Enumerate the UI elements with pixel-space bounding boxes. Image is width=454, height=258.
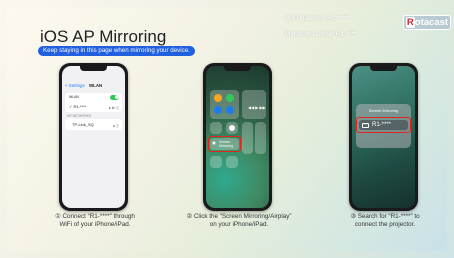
section-label: MY NETWORKS xyxy=(67,114,92,118)
popup-title: Screen Mirroring xyxy=(368,108,399,113)
rotacast-logo: Rotacast xyxy=(403,15,451,30)
device-name: R1-**** xyxy=(372,121,392,128)
wlan-card: WLAN ✓ R1-**** ● ⌘ ⓘ xyxy=(65,93,122,112)
step-2-caption: ② Click the “Screen Mirroring/Airplay” on… xyxy=(186,213,292,228)
other-network: TP-Link_SQ xyxy=(72,122,94,127)
wlan-screen-title: WLAN xyxy=(89,83,103,88)
phone-wifi-settings: < Settings WLAN WLAN ✓ R1-**** ● ⌘ ⓘ MY … xyxy=(59,63,128,211)
phone-mirroring-list: Screen Mirroring R1-**** xyxy=(349,63,418,211)
screen-mirroring-button[interactable]: ▣ Screen Mirroring xyxy=(210,138,239,150)
mirroring-device-info: Mirroring Device: R1-**** xyxy=(285,31,357,38)
instruction-banner: Keep staying in this page when mirroring… xyxy=(38,46,195,56)
step-1-caption: ① Connect “R1-****” through WiFi of your … xyxy=(55,213,135,228)
phone-control-center: ◀◀ ▶ ▶▶ ▣ Screen Mirroring xyxy=(203,63,272,211)
connected-network: ✓ R1-**** xyxy=(69,104,87,109)
step-3-caption: ③ Search for “R1-****” to connect the pro… xyxy=(350,213,420,228)
page-title: iOS AP Mirroring xyxy=(40,27,167,46)
network-list: TP-Link_SQ ● ⓘ xyxy=(65,119,122,130)
screen-mirroring-popup: Screen Mirroring R1-**** xyxy=(356,104,411,148)
wlan-label: WLAN xyxy=(69,95,79,99)
settings-back-link: < Settings xyxy=(65,83,85,88)
device-option[interactable]: R1-**** xyxy=(359,120,408,130)
wifi-network-info: WiFi Network: R1-**** xyxy=(285,15,348,22)
apple-tv-icon xyxy=(362,122,369,128)
wlan-toggle xyxy=(110,94,119,100)
